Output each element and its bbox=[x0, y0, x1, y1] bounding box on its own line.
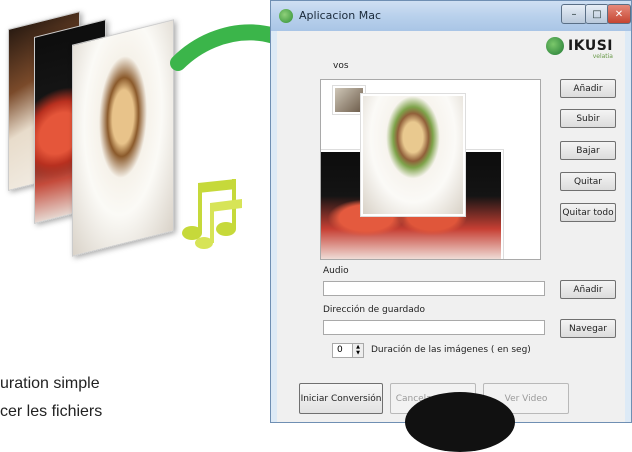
images-label: vos bbox=[333, 61, 349, 71]
music-note-icon bbox=[182, 179, 242, 249]
close-button[interactable]: ✕ bbox=[607, 4, 631, 24]
caption-line-2: cer les fichiers bbox=[0, 403, 103, 420]
window-title: Aplicacion Mac bbox=[299, 9, 381, 22]
audio-label: Audio bbox=[323, 266, 349, 276]
duration-label: Duración de las imágenes ( en seg) bbox=[371, 345, 531, 355]
remove-button[interactable]: Quitar bbox=[560, 172, 616, 191]
move-down-button[interactable]: Bajar bbox=[560, 141, 616, 160]
add-audio-button[interactable]: Añadir bbox=[560, 280, 616, 299]
start-conversion-button[interactable]: Iniciar Conversión bbox=[299, 383, 383, 414]
title-bar[interactable]: Aplicacion Mac – □ ✕ bbox=[271, 1, 631, 31]
duration-value: 0 bbox=[337, 345, 343, 355]
overlay-shape bbox=[405, 392, 515, 452]
logo-subtitle: velatia bbox=[592, 53, 613, 60]
remove-all-button[interactable]: Quitar todo bbox=[560, 203, 616, 222]
ikusi-logo: IKUSI velatia bbox=[546, 37, 613, 60]
logo-text: IKUSI bbox=[568, 38, 613, 54]
caption-line-1: uration simple bbox=[0, 375, 100, 392]
add-image-button[interactable]: Añadir bbox=[560, 79, 616, 98]
list-thumbnail[interactable] bbox=[361, 94, 465, 216]
audio-input[interactable] bbox=[323, 281, 545, 296]
app-window: Aplicacion Mac – □ ✕ IKUSI velatia vos A… bbox=[270, 0, 632, 423]
app-icon bbox=[279, 9, 293, 23]
maximize-button[interactable]: □ bbox=[585, 4, 609, 24]
save-path-input[interactable] bbox=[323, 320, 545, 335]
save-path-label: Dirección de guardado bbox=[323, 305, 425, 315]
image-list[interactable] bbox=[320, 79, 541, 260]
duration-stepper[interactable]: 0 ▲ ▼ bbox=[332, 343, 364, 358]
window-client-area: IKUSI velatia vos Añadir Subir Bajar Qui… bbox=[277, 31, 625, 422]
minimize-button[interactable]: – bbox=[561, 4, 587, 24]
browse-button[interactable]: Navegar bbox=[560, 319, 616, 338]
move-up-button[interactable]: Subir bbox=[560, 109, 616, 128]
ikusi-logo-icon bbox=[546, 37, 565, 55]
photo-plated-dish bbox=[72, 19, 174, 257]
stepper-arrows-icon[interactable]: ▲ ▼ bbox=[352, 344, 363, 357]
